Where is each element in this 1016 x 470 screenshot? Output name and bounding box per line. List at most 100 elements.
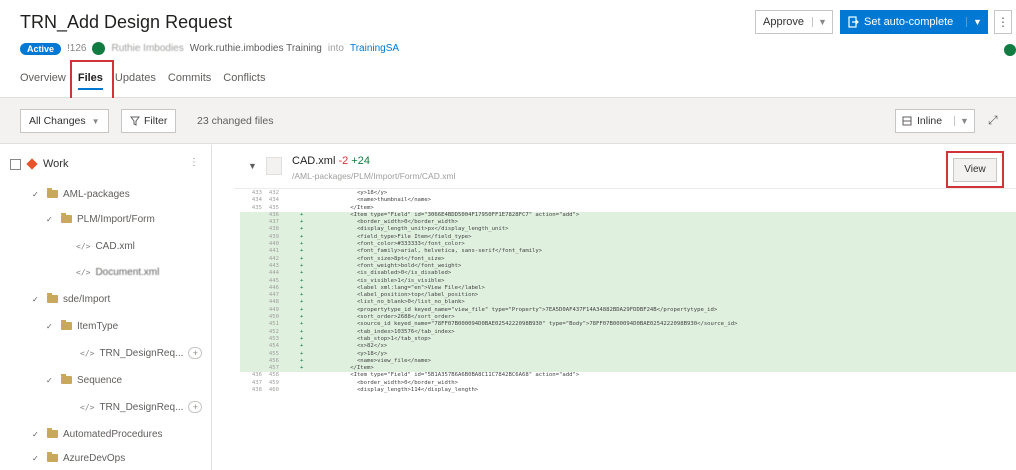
diff-line-added: 437 + <border_width>0</border_width> bbox=[240, 219, 1016, 227]
diff-line-added: 438 + <display_length_unit>px</display_le… bbox=[240, 226, 1016, 234]
new-line-number: 453 bbox=[268, 335, 279, 342]
approve-label: Approve bbox=[763, 16, 804, 28]
chevron-down-icon[interactable]: ▼ bbox=[248, 161, 257, 171]
more-actions-button[interactable]: ⋮ bbox=[994, 10, 1012, 34]
tree-item-label: ItemType bbox=[77, 320, 119, 332]
source-branch[interactable]: Work.ruthie.imbodies Training bbox=[190, 43, 322, 54]
chevron-down-icon[interactable]: ✓ bbox=[32, 430, 42, 439]
tree-folder[interactable]: ✓ PLM/Import/Form bbox=[46, 208, 155, 230]
diff-line: 438 460 <display_length>114</display_leng… bbox=[234, 387, 1016, 394]
tree-file[interactable]: </> TRN_DesignReq... + bbox=[80, 342, 203, 364]
new-line-number: 444 bbox=[268, 270, 279, 277]
diff-marker: + bbox=[300, 299, 304, 306]
folder-icon bbox=[47, 452, 58, 462]
new-line-number: 449 bbox=[268, 306, 279, 313]
diff-marker: + bbox=[300, 226, 304, 233]
pr-tabs: Overview Files Updates Commits Conflicts bbox=[20, 70, 265, 90]
new-line-number: 452 bbox=[268, 328, 279, 335]
tab-commits[interactable]: Commits bbox=[168, 70, 211, 90]
diff-marker: + bbox=[300, 321, 304, 328]
tree-folder[interactable]: ✓ sde/Import bbox=[32, 288, 110, 310]
old-line-number: 438 bbox=[251, 387, 262, 394]
chevron-down-icon[interactable]: ✓ bbox=[46, 215, 56, 224]
new-line-number: 439 bbox=[268, 233, 279, 240]
add-comment-icon[interactable]: + bbox=[188, 347, 203, 359]
tree-file[interactable]: </> Document.xml bbox=[76, 261, 159, 283]
new-line-number: 445 bbox=[268, 277, 279, 284]
diff-line-added: 452 + <tab_index>103576</tab_index> bbox=[240, 328, 1016, 336]
tree-folder[interactable]: ✓ AzureDevOps bbox=[32, 447, 125, 469]
code-text: </Item> bbox=[330, 204, 374, 211]
filter-button[interactable]: Filter bbox=[121, 109, 177, 133]
tree-folder[interactable]: ✓ AutomatedProcedures bbox=[32, 423, 163, 445]
new-line-number: 437 bbox=[268, 219, 279, 226]
diff-marker: + bbox=[300, 306, 304, 313]
new-line-number: 441 bbox=[268, 248, 279, 255]
inline-diff-icon bbox=[902, 116, 912, 126]
pr-header: TRN_Add Design Request Active !126 Ruthi… bbox=[0, 0, 1016, 100]
diff-marker: + bbox=[300, 233, 304, 240]
inline-view-dropdown[interactable]: Inline ▼ bbox=[895, 109, 975, 133]
diff-line-added: 445 + <is_visible>1</is_visible> bbox=[240, 277, 1016, 285]
chevron-down-icon[interactable]: ✓ bbox=[46, 322, 56, 331]
select-checkbox[interactable] bbox=[10, 158, 21, 170]
tree-file[interactable]: </> CAD.xml bbox=[76, 235, 135, 257]
file-header: ▼ CAD.xml -2 +24 /AML-packages/PLM/Impor… bbox=[234, 145, 1016, 189]
chevron-down-icon[interactable]: ▼ bbox=[966, 17, 988, 27]
avatar[interactable] bbox=[92, 42, 106, 55]
approve-button[interactable]: Approve ▼ bbox=[755, 10, 833, 34]
diff-marker: + bbox=[300, 241, 304, 248]
tab-conflicts[interactable]: Conflicts bbox=[223, 70, 265, 90]
new-line-number: 442 bbox=[268, 255, 279, 262]
new-line-number: 455 bbox=[268, 350, 279, 357]
file-path: /AML-packages/PLM/Import/Form/CAD.xml bbox=[292, 171, 456, 181]
code-text: <border_width>0</border_width> bbox=[330, 379, 458, 386]
additions-count: +24 bbox=[351, 155, 370, 167]
old-line-number: 433 bbox=[251, 190, 262, 196]
new-line-number: 459 bbox=[268, 379, 279, 386]
tree-folder[interactable]: ✓ Sequence bbox=[46, 369, 122, 391]
new-line-number: 448 bbox=[268, 299, 279, 306]
set-auto-complete-button[interactable]: Set auto-complete ▼ bbox=[840, 10, 988, 34]
new-line-number: 460 bbox=[268, 387, 279, 394]
chevron-down-icon[interactable]: ✓ bbox=[32, 295, 42, 304]
chevron-down-icon[interactable]: ▼ bbox=[812, 17, 832, 27]
code-text: <is_disabled>0</is_disabled> bbox=[330, 270, 452, 277]
filter-label: Filter bbox=[144, 115, 168, 127]
add-comment-icon[interactable]: + bbox=[188, 401, 203, 413]
reviewer-avatar[interactable] bbox=[1004, 44, 1016, 56]
chevron-down-icon[interactable]: ✓ bbox=[32, 190, 42, 199]
page-title: TRN_Add Design Request bbox=[20, 12, 233, 32]
tab-overview[interactable]: Overview bbox=[20, 70, 66, 90]
code-file-icon: </> bbox=[76, 241, 91, 251]
tree-file[interactable]: </> TRN_DesignReq... + bbox=[80, 396, 203, 418]
new-line-number: 451 bbox=[268, 321, 279, 328]
diff-line-added: 450 + <sort_order>2688</sort_order> bbox=[240, 314, 1016, 322]
author-name[interactable]: Ruthie Imbodies bbox=[111, 43, 183, 54]
old-line-number: 434 bbox=[251, 197, 262, 204]
diff-line: 433 432 <y>18</y> bbox=[234, 190, 1016, 197]
tree-root[interactable]: Work bbox=[10, 153, 68, 175]
chevron-down-icon[interactable]: ▼ bbox=[954, 116, 974, 126]
new-line-number: 446 bbox=[268, 284, 279, 291]
more-options-icon[interactable]: ⋮ bbox=[189, 157, 199, 168]
chevron-down-icon[interactable]: ✓ bbox=[46, 376, 56, 385]
all-changes-label: All Changes bbox=[29, 115, 86, 127]
files-toolbar: All Changes ▼ Filter 23 changed files In… bbox=[0, 98, 1016, 144]
file-name-text: CAD.xml bbox=[292, 155, 336, 167]
folder-icon bbox=[47, 428, 58, 438]
tree-folder[interactable]: ✓ ItemType bbox=[46, 315, 118, 337]
chevron-down-icon[interactable]: ✓ bbox=[32, 454, 42, 463]
tab-updates[interactable]: Updates bbox=[115, 70, 156, 90]
target-branch[interactable]: TrainingSA bbox=[350, 43, 399, 54]
tree-folder[interactable]: ✓ AML-packages bbox=[32, 183, 130, 205]
diff-line: 437 459 <border_width>0</border_width> bbox=[234, 380, 1016, 387]
expand-icon[interactable]: ⤢ bbox=[988, 113, 998, 128]
tree-item-label: TRN_DesignReq... bbox=[99, 347, 184, 359]
file-name: CAD.xml -2 +24 bbox=[292, 155, 370, 167]
tree-item-label: AML-packages bbox=[63, 188, 130, 200]
folder-icon bbox=[47, 188, 58, 198]
diff-line-added: 457 + </Item> bbox=[240, 365, 1016, 373]
all-changes-dropdown[interactable]: All Changes ▼ bbox=[20, 109, 109, 133]
diff-line: 434 434 <name>thumbnail</name> bbox=[234, 197, 1016, 204]
